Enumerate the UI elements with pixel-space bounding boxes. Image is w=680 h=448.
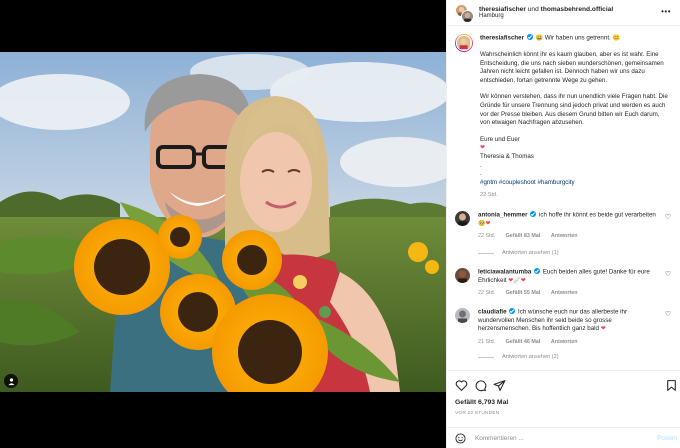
likes-count: 46 Mal (523, 338, 541, 345)
caption-username[interactable]: theresiafischer (480, 35, 524, 42)
bookmark-icon (667, 380, 676, 391)
caption-dot: . (480, 161, 482, 169)
view-replies-button[interactable]: Antworten ansehen (2) (478, 354, 559, 360)
joiner-text: und (527, 5, 539, 13)
view-replies-label: Antworten ansehen (2) (502, 354, 559, 360)
user-tag-icon (7, 377, 15, 385)
likes-prefix: Gefällt (505, 233, 523, 240)
post-actions: Gefällt 6,793 Mal VOR 22 STUNDEN Posten (447, 370, 680, 448)
caption-paragraph: Wahrscheinlich könnt ihr es kaum glauben… (480, 51, 664, 84)
location-link[interactable]: Hamburg (479, 13, 613, 20)
red-heart-emoji-icon: ❤ (485, 220, 491, 227)
comment: antonia_hemmer ich hoffe ihr könnt es be… (455, 211, 677, 241)
username-link[interactable]: theresiafischer (479, 6, 526, 13)
smile-emoji-icon: 😀 (535, 35, 543, 42)
post-media (0, 0, 446, 448)
paper-plane-icon (493, 380, 506, 391)
heart-icon (455, 380, 468, 391)
view-replies-button[interactable]: Antworten ansehen (1) (478, 250, 559, 256)
reply-button[interactable]: Antworten (551, 339, 578, 345)
save-button[interactable] (665, 379, 678, 392)
speech-bubble-icon (475, 380, 487, 392)
post-side-panel: theresiafischer und thomasbehrend.offici… (446, 0, 680, 448)
likes-count: 55 Mal (523, 290, 541, 297)
hashtags[interactable]: #gntm #coupleshoot #hamburgcity (480, 179, 670, 188)
comment-time: 22 Std. (478, 290, 496, 297)
verified-badge-icon (509, 308, 516, 314)
username-link[interactable]: thomasbehrend.official (541, 6, 614, 13)
caption-time: 22 Std. (480, 192, 498, 199)
view-replies-label: Antworten ansehen (1) (502, 250, 559, 256)
red-heart-emoji-icon: ❤ (480, 145, 486, 152)
comment-text: ich hoffe ihr könnt es beide gut verarbe… (538, 211, 656, 219)
likes-prefix: Gefällt (505, 290, 523, 297)
comment: leticiawalantumba Euch beiden alles gute… (455, 268, 677, 298)
comment-button[interactable] (474, 379, 487, 392)
like-comment-heart-icon[interactable]: ♡ (665, 310, 671, 318)
avatar[interactable] (455, 268, 470, 283)
like-comment-heart-icon[interactable]: ♡ (665, 270, 671, 278)
likes-count: 83 Mal (523, 233, 541, 240)
caption-paragraph: Wir können verstehen, dass ihr nun unend… (480, 93, 668, 127)
replies-divider (478, 356, 494, 358)
comment-time: 22 Std. (478, 233, 496, 240)
collab-usernames: theresiafischer und thomasbehrend.offici… (479, 6, 613, 13)
comment-username[interactable]: claudiafie (478, 309, 507, 316)
caption-signoff: Eure und Euer (480, 135, 520, 143)
smiley-icon (455, 433, 466, 444)
collab-avatars[interactable] (455, 3, 474, 23)
like-comment-heart-icon[interactable]: ♡ (665, 213, 671, 221)
reply-button[interactable]: Antworten (551, 290, 578, 296)
emoji-picker-button[interactable] (455, 433, 466, 444)
caption-signature: Theresia & Thomas (480, 153, 534, 161)
avatar[interactable] (455, 308, 470, 323)
post-comment-button[interactable]: Posten (657, 435, 677, 442)
comment-time: 21 Std. (478, 338, 496, 345)
avatar[interactable] (455, 34, 473, 52)
avatar[interactable] (455, 211, 470, 226)
more-horizontal-icon: ••• (661, 7, 671, 16)
post-header: theresiafischer und thomasbehrend.offici… (447, 0, 680, 26)
comment-username[interactable]: antonia_hemmer (478, 212, 528, 219)
reply-button[interactable]: Antworten (551, 233, 578, 239)
comments-scroll-area[interactable]: theresiafischer 😀 Wir haben uns getrennt… (447, 28, 680, 368)
add-comment-bar: Posten (447, 427, 680, 448)
more-options-button[interactable]: ••• (661, 8, 671, 16)
verified-badge-icon (534, 268, 541, 274)
comment-likes[interactable]: Gefällt 83 Mal (506, 233, 541, 239)
red-heart-emoji-icon: ❤ (520, 277, 526, 284)
comment-input[interactable] (475, 435, 645, 442)
red-heart-emoji-icon: ❤ (600, 326, 606, 333)
post-timestamp: VOR 22 STUNDEN (455, 411, 500, 416)
bandage-emoji-icon: 🩹 (513, 277, 521, 284)
post-caption: theresiafischer 😀 Wir haben uns getrennt… (447, 28, 680, 200)
likes-prefix: Gefällt (505, 338, 523, 345)
share-button[interactable] (493, 379, 506, 392)
comment-likes[interactable]: Gefällt 46 Mal (506, 339, 541, 345)
caption-headline: Wir haben uns getrennt. (544, 34, 611, 42)
comment-username[interactable]: leticiawalantumba (478, 269, 531, 276)
comment-likes[interactable]: Gefällt 55 Mal (506, 290, 541, 296)
caption-dot: . (480, 170, 482, 178)
tagged-users-button[interactable] (4, 374, 18, 388)
post-photo[interactable] (0, 52, 446, 392)
comment: claudiafie Ich wünsche euch nur das alle… (455, 308, 677, 346)
verified-badge-icon (530, 211, 537, 217)
like-button[interactable] (455, 379, 468, 392)
verified-badge-icon (526, 34, 533, 40)
replies-divider (478, 252, 494, 254)
smile-emoji-icon: 😊 (612, 35, 620, 42)
likes-count[interactable]: Gefällt 6,793 Mal (455, 399, 508, 406)
avatar (461, 9, 474, 23)
sunflower-couple-photo (0, 52, 446, 392)
